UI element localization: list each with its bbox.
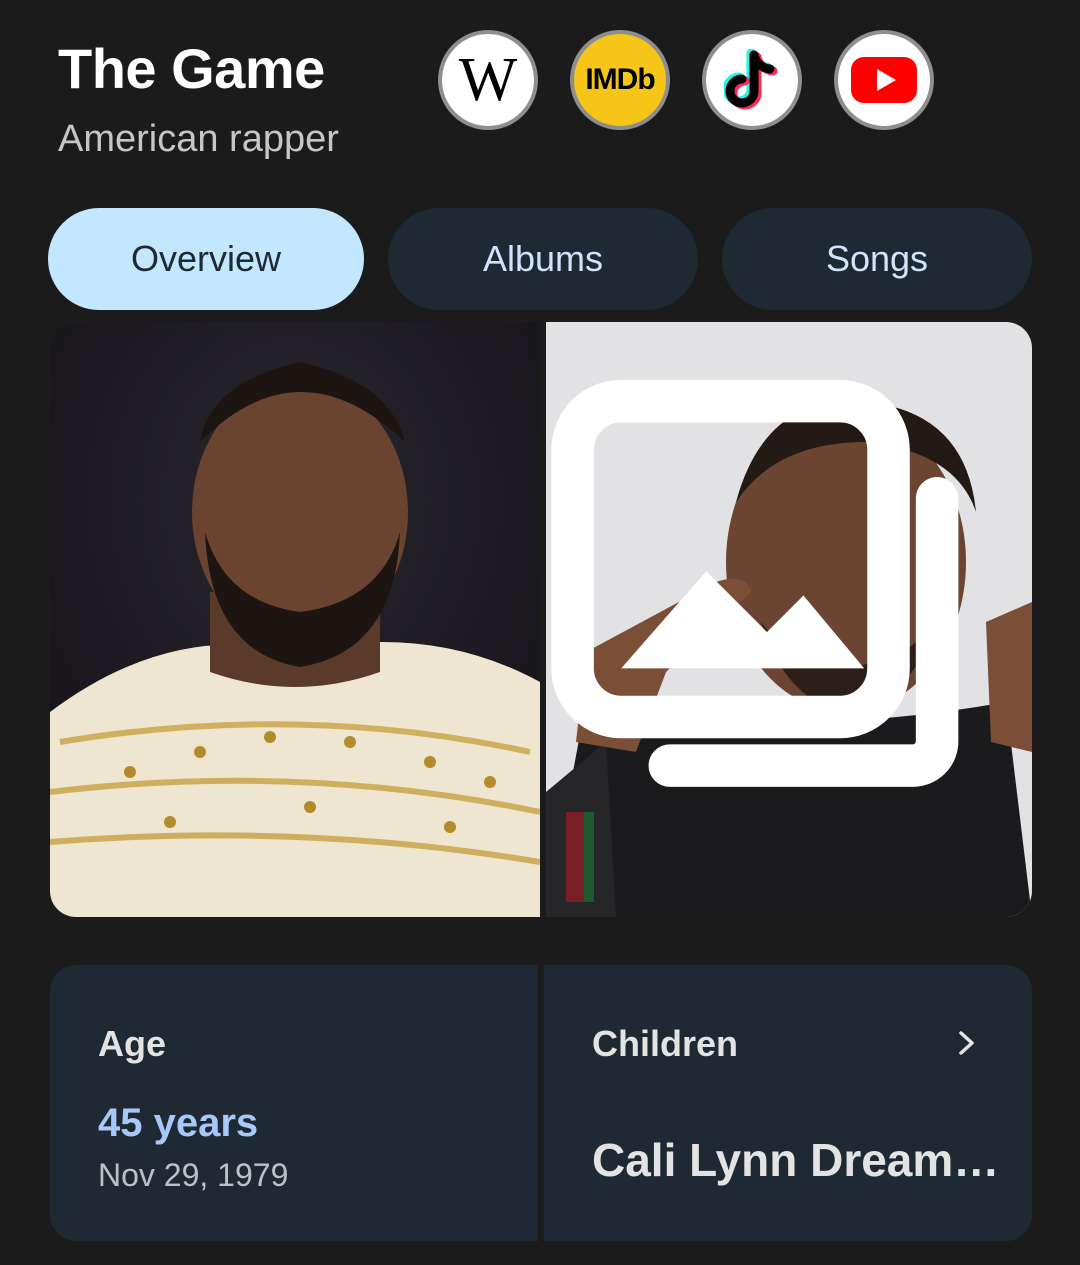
image-gallery [50, 322, 1032, 917]
children-card[interactable]: Children Cali Lynn Dream… [544, 965, 1032, 1241]
page-title: The Game [58, 37, 325, 100]
children-label: Children [592, 1023, 739, 1064]
birth-date: Nov 29, 1979 [98, 1157, 289, 1193]
tab-songs[interactable]: Songs [722, 208, 1032, 310]
wikipedia-icon: W [458, 46, 518, 114]
youtube-icon [851, 57, 917, 103]
youtube-link[interactable] [834, 30, 934, 130]
photo-portrait-gesture[interactable] [546, 322, 1032, 917]
age-value: 45 years [98, 1101, 259, 1145]
children-value: Cali Lynn Dream… [592, 1134, 1000, 1186]
facts-cards: Age 45 years Nov 29, 1979 Children Cali … [50, 965, 1032, 1241]
wikipedia-link[interactable]: W [438, 30, 538, 130]
chevron-right-icon [959, 1031, 974, 1055]
tab-albums[interactable]: Albums [388, 208, 698, 310]
imdb-link[interactable]: IMDb [570, 30, 670, 130]
image-gallery-icon[interactable] [546, 322, 1010, 893]
age-card: Age 45 years Nov 29, 1979 [50, 965, 538, 1241]
tiktok-link[interactable] [702, 30, 802, 130]
page-subtitle: American rapper [58, 118, 339, 160]
age-label: Age [98, 1023, 167, 1064]
knowledge-panel: The Game American rapper W IMDb Overview… [0, 0, 1080, 1265]
tab-bar: Overview Albums Songs [48, 208, 1032, 310]
tiktok-icon [724, 49, 778, 110]
photo-basketball-game[interactable] [50, 322, 540, 917]
tab-overview[interactable]: Overview [48, 208, 364, 310]
imdb-icon: IMDb [585, 63, 655, 96]
external-links: W IMDb [438, 30, 934, 130]
